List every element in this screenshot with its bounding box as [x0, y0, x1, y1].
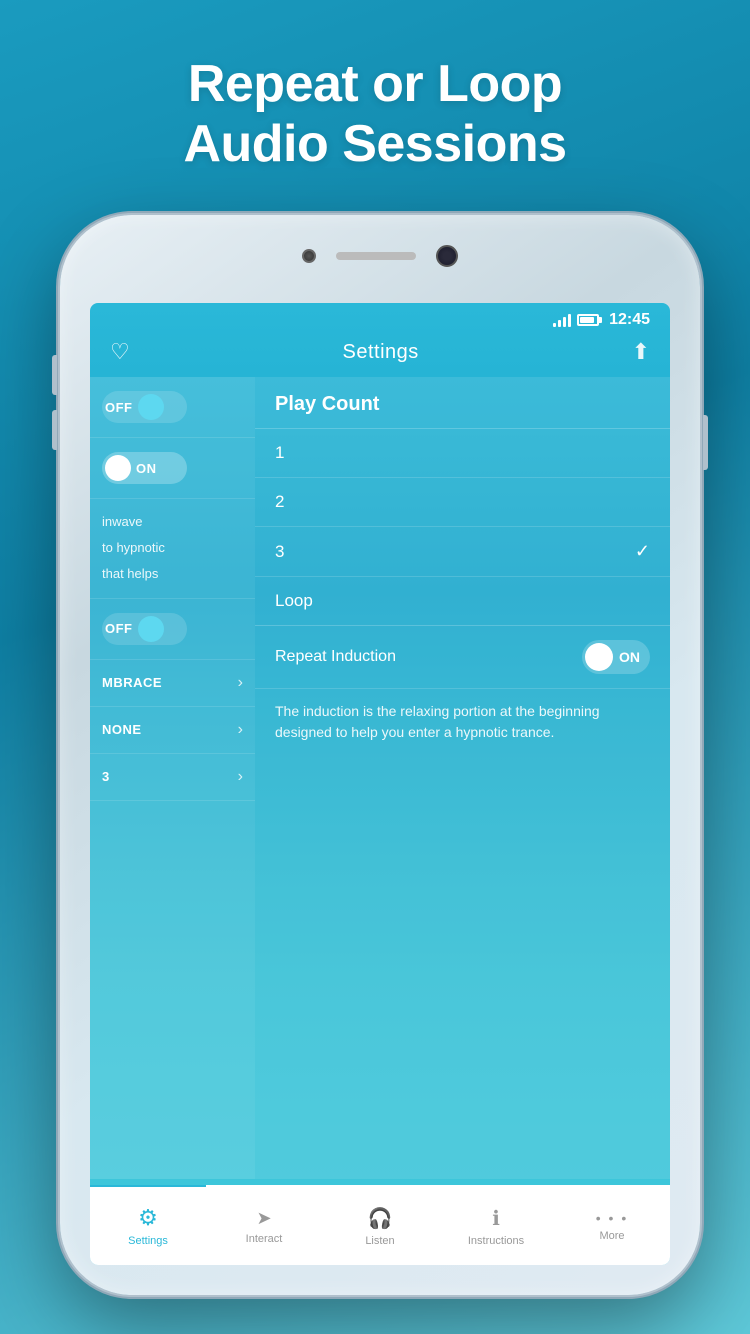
- speaker-grille: [336, 252, 416, 260]
- volume-button-down: [52, 410, 57, 450]
- play-count-item-1[interactable]: 1: [255, 429, 670, 478]
- chevron-icon-mbrace: ›: [238, 674, 243, 692]
- toggle-on-label-1: ON: [136, 461, 157, 476]
- left-toggle-row-3[interactable]: OFF: [90, 599, 255, 660]
- toggle-knob-3: [138, 616, 164, 642]
- toggle-off-2[interactable]: OFF: [102, 613, 187, 645]
- toggle-knob-1: [138, 394, 164, 420]
- more-icon: • • •: [596, 1210, 628, 1226]
- heart-icon[interactable]: ♡: [110, 339, 130, 365]
- front-camera-left: [302, 249, 316, 263]
- toggle-off-1[interactable]: OFF: [102, 391, 187, 423]
- volume-button: [52, 355, 57, 395]
- content-area: OFF ON inwave to hypnotic that helps: [90, 377, 670, 1179]
- tab-listen-label: Listen: [365, 1235, 394, 1247]
- section-title-play-count: Play Count: [275, 393, 379, 415]
- left-description: inwave to hypnotic that helps: [90, 499, 255, 599]
- nav-label-3: 3: [102, 769, 110, 784]
- status-bar: 12:45: [90, 303, 670, 333]
- section-header-play-count: Play Count: [255, 377, 670, 429]
- toggle-knob-2: [105, 455, 131, 481]
- settings-icon: ⚙: [138, 1205, 158, 1231]
- share-icon[interactable]: ⬆: [632, 339, 650, 365]
- right-panel: Play Count 1 2 3 ✓ Loop: [255, 377, 670, 1179]
- toggle-off-label-1: OFF: [105, 400, 133, 415]
- left-toggle-row-1[interactable]: OFF: [90, 377, 255, 438]
- repeat-induction-row[interactable]: Repeat Induction ON: [255, 626, 670, 689]
- repeat-induction-label: Repeat Induction: [275, 648, 396, 666]
- checkmark-icon: ✓: [635, 541, 650, 562]
- left-toggle-row-2[interactable]: ON: [90, 438, 255, 499]
- play-count-value-1: 1: [275, 443, 284, 463]
- chevron-icon-3: ›: [238, 768, 243, 786]
- tab-more-label: More: [599, 1230, 624, 1242]
- battery-icon: [577, 314, 599, 326]
- play-count-value-3: 3: [275, 542, 284, 562]
- phone-screen: 12:45 ♡ Settings ⬆ OFF: [90, 303, 670, 1265]
- interact-icon: ➤: [256, 1208, 271, 1229]
- play-count-value-2: 2: [275, 492, 284, 512]
- repeat-induction-knob: [585, 643, 613, 671]
- loop-label: Loop: [275, 591, 313, 610]
- info-icon: ℹ: [492, 1206, 500, 1231]
- nav-row-3[interactable]: 3 ›: [90, 754, 255, 801]
- nav-row-none[interactable]: NONE ›: [90, 707, 255, 754]
- nav-row-mbrace[interactable]: MBRACE ›: [90, 660, 255, 707]
- left-panel: OFF ON inwave to hypnotic that helps: [90, 377, 255, 1179]
- tab-settings-label: Settings: [128, 1235, 168, 1247]
- tab-listen[interactable]: 🎧 Listen: [322, 1185, 438, 1265]
- header-title: Settings: [343, 341, 419, 364]
- loop-item[interactable]: Loop: [255, 577, 670, 626]
- play-count-item-3[interactable]: 3 ✓: [255, 527, 670, 577]
- headphones-icon: 🎧: [368, 1206, 393, 1231]
- tab-settings[interactable]: ⚙ Settings: [90, 1185, 206, 1265]
- status-time: 12:45: [609, 311, 650, 329]
- nav-label-mbrace: MBRACE: [102, 675, 162, 690]
- tab-interact-label: Interact: [246, 1233, 283, 1245]
- phone-top-hardware: [302, 245, 458, 267]
- tab-more[interactable]: • • • More: [554, 1185, 670, 1265]
- toggle-on-1[interactable]: ON: [102, 452, 187, 484]
- app-header: ♡ Settings ⬆: [90, 333, 670, 377]
- repeat-induction-state: ON: [619, 649, 640, 665]
- tab-instructions[interactable]: ℹ Instructions: [438, 1185, 554, 1265]
- front-camera-right: [436, 245, 458, 267]
- nav-label-none: NONE: [102, 722, 142, 737]
- signal-icon: [553, 313, 571, 327]
- induction-description: The induction is the relaxing portion at…: [255, 689, 670, 755]
- toggle-off-label-2: OFF: [105, 621, 133, 636]
- tab-bar: ⚙ Settings ➤ Interact 🎧 Listen ℹ Instruc…: [90, 1185, 670, 1265]
- chevron-icon-none: ›: [238, 721, 243, 739]
- tab-interact[interactable]: ➤ Interact: [206, 1185, 322, 1265]
- play-count-item-2[interactable]: 2: [255, 478, 670, 527]
- repeat-induction-toggle[interactable]: ON: [582, 640, 650, 674]
- power-button: [703, 415, 708, 470]
- phone-frame: 12:45 ♡ Settings ⬆ OFF: [60, 215, 700, 1295]
- tab-instructions-label: Instructions: [468, 1235, 524, 1247]
